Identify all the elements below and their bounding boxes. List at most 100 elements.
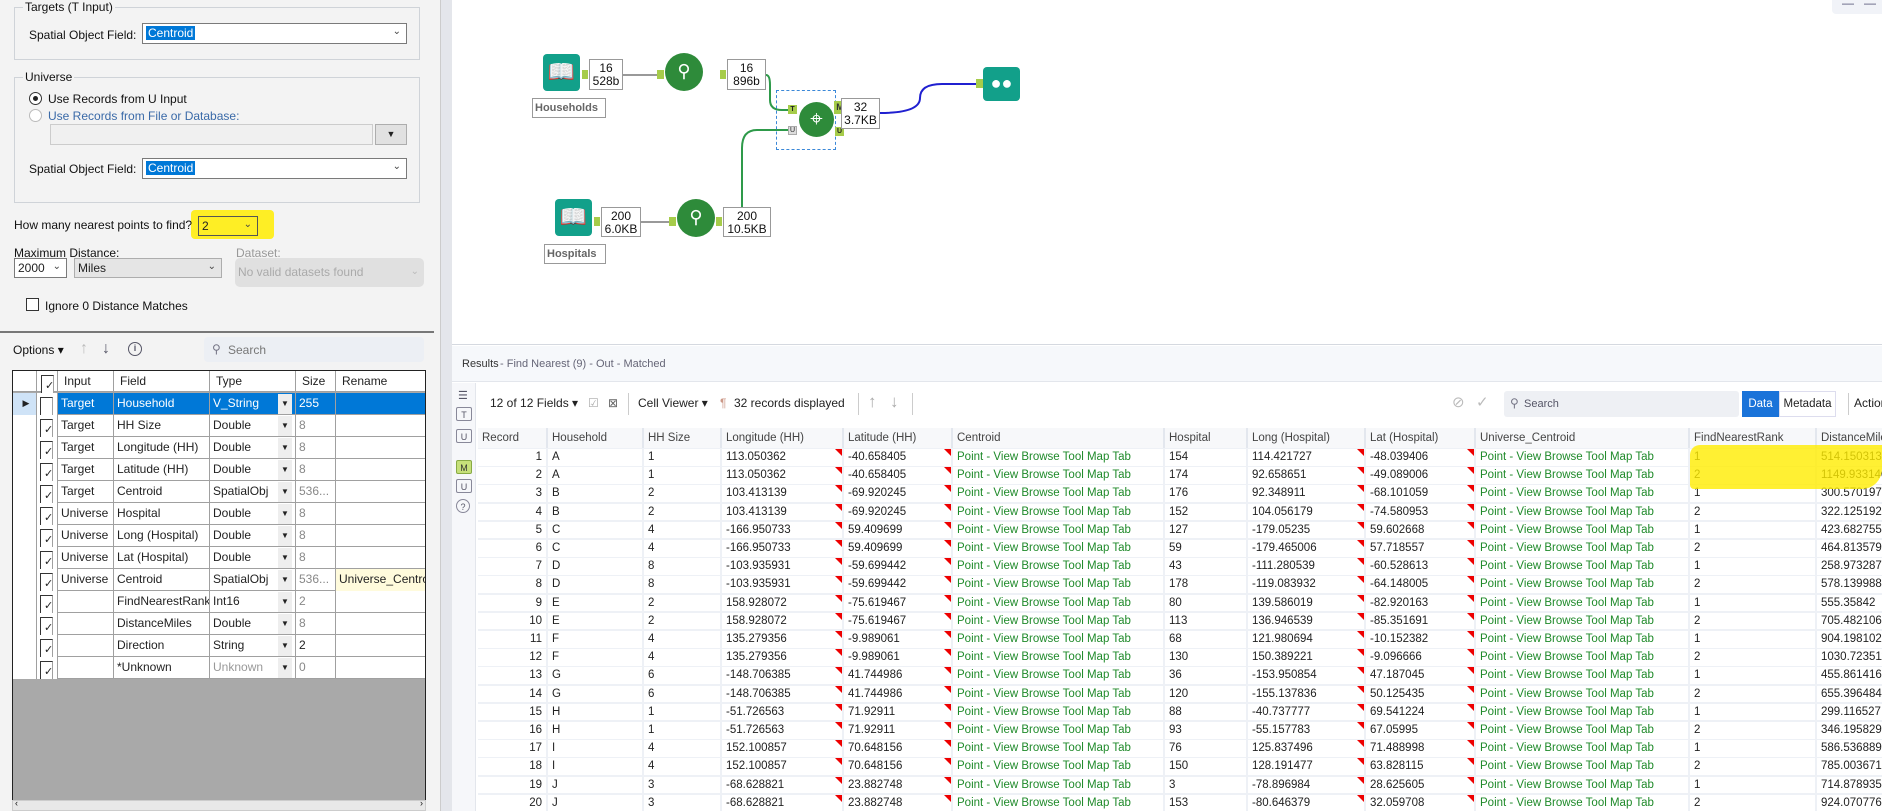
cell-findnearestrank[interactable]: 1	[1690, 558, 1815, 575]
universe-anchor[interactable]: U	[788, 126, 797, 135]
cell-household[interactable]: H	[548, 722, 642, 739]
cell-centroid[interactable]: Point - View Browse Tool Map Tab	[953, 467, 1163, 484]
cell-long-hospital-[interactable]: -153.950854	[1248, 667, 1364, 684]
output-anchor[interactable]	[720, 70, 726, 79]
cell-hh-size[interactable]: 6	[644, 667, 720, 684]
cell-household[interactable]: G	[548, 667, 642, 684]
cell-centroid[interactable]: Point - View Browse Tool Map Tab	[953, 649, 1163, 666]
cell-distancemiles[interactable]: 346.195829	[1817, 722, 1882, 739]
dataset-select[interactable]: No valid datasets found ⌄	[235, 258, 424, 287]
field-row[interactable]: ✓ DistanceMiles Double ▼ 8	[13, 613, 425, 635]
create-points-tool-icon[interactable]: ⚲	[665, 53, 703, 91]
column-header-record[interactable]: Record	[478, 428, 548, 448]
dropdown-arrow-icon[interactable]: ▼	[278, 614, 292, 634]
row-header[interactable]	[13, 525, 37, 547]
cell-long-hospital-[interactable]: 114.421727	[1248, 449, 1364, 466]
cell-longitude-hh-[interactable]: -51.726563	[722, 722, 842, 739]
cell-record[interactable]: 4	[478, 503, 546, 521]
field-row[interactable]: ✓ Universe Hospital Double ▼ 8	[13, 503, 425, 525]
cell-hospital[interactable]: 153	[1165, 794, 1246, 811]
field-type[interactable]: Double ▼	[210, 503, 296, 525]
cell-latitude-hh-[interactable]: -59.699442	[844, 576, 951, 593]
cell-distancemiles[interactable]: 299.116527	[1817, 703, 1882, 721]
cell-longitude-hh-[interactable]: -68.628821	[722, 776, 842, 794]
cell-long-hospital-[interactable]: 136.946539	[1248, 612, 1364, 630]
t-anchor-icon[interactable]: T	[456, 407, 472, 421]
cell-distancemiles[interactable]: 423.682755	[1817, 521, 1882, 539]
cell-centroid[interactable]: Point - View Browse Tool Map Tab	[953, 521, 1163, 539]
cell-longitude-hh-[interactable]: 158.928072	[722, 594, 842, 612]
dropdown-arrow-icon[interactable]: ▼	[278, 416, 292, 436]
cell-household[interactable]: G	[548, 685, 642, 703]
field-rename[interactable]	[336, 415, 425, 437]
cell-universe-centroid[interactable]: Point - View Browse Tool Map Tab	[1476, 540, 1688, 557]
cell-lat-hospital-[interactable]: 32.059708	[1366, 794, 1474, 811]
field-checkbox[interactable]: ✓	[40, 661, 53, 679]
cell-household[interactable]: A	[548, 449, 642, 466]
cell-latitude-hh-[interactable]: 70.648156	[844, 740, 951, 757]
field-type[interactable]: Int16 ▼	[210, 591, 296, 613]
field-size[interactable]: 8	[296, 525, 336, 547]
cell-longitude-hh-[interactable]: -103.935931	[722, 558, 842, 575]
cell-long-hospital-[interactable]: 121.980694	[1248, 631, 1364, 648]
row-header[interactable]	[13, 481, 37, 503]
field-checkbox[interactable]: ✓	[40, 617, 53, 635]
cell-lat-hospital-[interactable]: -68.101059	[1366, 485, 1474, 502]
row-header[interactable]	[13, 547, 37, 569]
cell-latitude-hh-[interactable]: -75.619467	[844, 612, 951, 630]
cell-longitude-hh-[interactable]: 152.100857	[722, 758, 842, 775]
cell-centroid[interactable]: Point - View Browse Tool Map Tab	[953, 594, 1163, 612]
cell-lat-hospital-[interactable]: -49.089006	[1366, 467, 1474, 484]
cell-record[interactable]: 18	[478, 758, 546, 775]
cell-household[interactable]: J	[548, 776, 642, 794]
field-checkbox[interactable]: ✓	[40, 639, 53, 657]
cell-centroid[interactable]: Point - View Browse Tool Map Tab	[953, 576, 1163, 593]
cell-centroid[interactable]: Point - View Browse Tool Map Tab	[953, 612, 1163, 630]
find-nearest-tool-icon[interactable]: ⌖	[799, 102, 834, 137]
field-rename[interactable]	[336, 635, 425, 657]
cell-universe-centroid[interactable]: Point - View Browse Tool Map Tab	[1476, 485, 1688, 502]
cell-latitude-hh-[interactable]: -9.989061	[844, 631, 951, 648]
max-distance-input[interactable]: 2000 ⌄	[14, 258, 67, 278]
field-checkbox[interactable]: ✓	[40, 463, 53, 481]
cell-latitude-hh-[interactable]: -69.920245	[844, 485, 951, 502]
column-header-lat-hospital-[interactable]: Lat (Hospital)	[1366, 428, 1476, 448]
file-db-input[interactable]	[50, 124, 373, 145]
cell-hh-size[interactable]: 4	[644, 540, 720, 557]
cell-universe-centroid[interactable]: Point - View Browse Tool Map Tab	[1476, 521, 1688, 539]
cell-hospital[interactable]: 120	[1165, 685, 1246, 703]
cell-universe-centroid[interactable]: Point - View Browse Tool Map Tab	[1476, 467, 1688, 484]
cell-hospital[interactable]: 178	[1165, 576, 1246, 593]
cell-universe-centroid[interactable]: Point - View Browse Tool Map Tab	[1476, 722, 1688, 739]
cell-record[interactable]: 11	[478, 631, 546, 648]
cell-lat-hospital-[interactable]: -9.096666	[1366, 649, 1474, 666]
cell-findnearestrank[interactable]: 2	[1690, 503, 1815, 521]
cell-household[interactable]: J	[548, 794, 642, 811]
cell-long-hospital-[interactable]: -111.280539	[1248, 558, 1364, 575]
cell-latitude-hh-[interactable]: 71.92911	[844, 703, 951, 721]
cell-hospital[interactable]: 127	[1165, 521, 1246, 539]
dropdown-arrow-icon[interactable]: ▼	[278, 482, 292, 502]
cell-hh-size[interactable]: 2	[644, 594, 720, 612]
units-select[interactable]: Miles ⌄	[74, 258, 222, 278]
cell-universe-centroid[interactable]: Point - View Browse Tool Map Tab	[1476, 685, 1688, 703]
cell-hospital[interactable]: 3	[1165, 776, 1246, 794]
cell-hh-size[interactable]: 4	[644, 521, 720, 539]
cell-record[interactable]: 3	[478, 485, 546, 502]
cell-findnearestrank[interactable]: 2	[1690, 540, 1815, 557]
cell-record[interactable]: 15	[478, 703, 546, 721]
cell-universe-centroid[interactable]: Point - View Browse Tool Map Tab	[1476, 449, 1688, 466]
u-anchor-icon[interactable]: U	[456, 429, 472, 443]
cell-findnearestrank[interactable]: 1	[1690, 594, 1815, 612]
cell-household[interactable]: H	[548, 703, 642, 721]
column-header-latitude-hh-[interactable]: Latitude (HH)	[844, 428, 953, 448]
cell-hh-size[interactable]: 1	[644, 722, 720, 739]
cell-record[interactable]: 13	[478, 667, 546, 684]
field-type[interactable]: SpatialObj ▼	[210, 481, 296, 503]
cell-household[interactable]: F	[548, 631, 642, 648]
cell-centroid[interactable]: Point - View Browse Tool Map Tab	[953, 758, 1163, 775]
check-fields-icon[interactable]: ☑	[588, 396, 599, 410]
cell-universe-centroid[interactable]: Point - View Browse Tool Map Tab	[1476, 503, 1688, 521]
cell-centroid[interactable]: Point - View Browse Tool Map Tab	[953, 703, 1163, 721]
cell-record[interactable]: 6	[478, 540, 546, 557]
